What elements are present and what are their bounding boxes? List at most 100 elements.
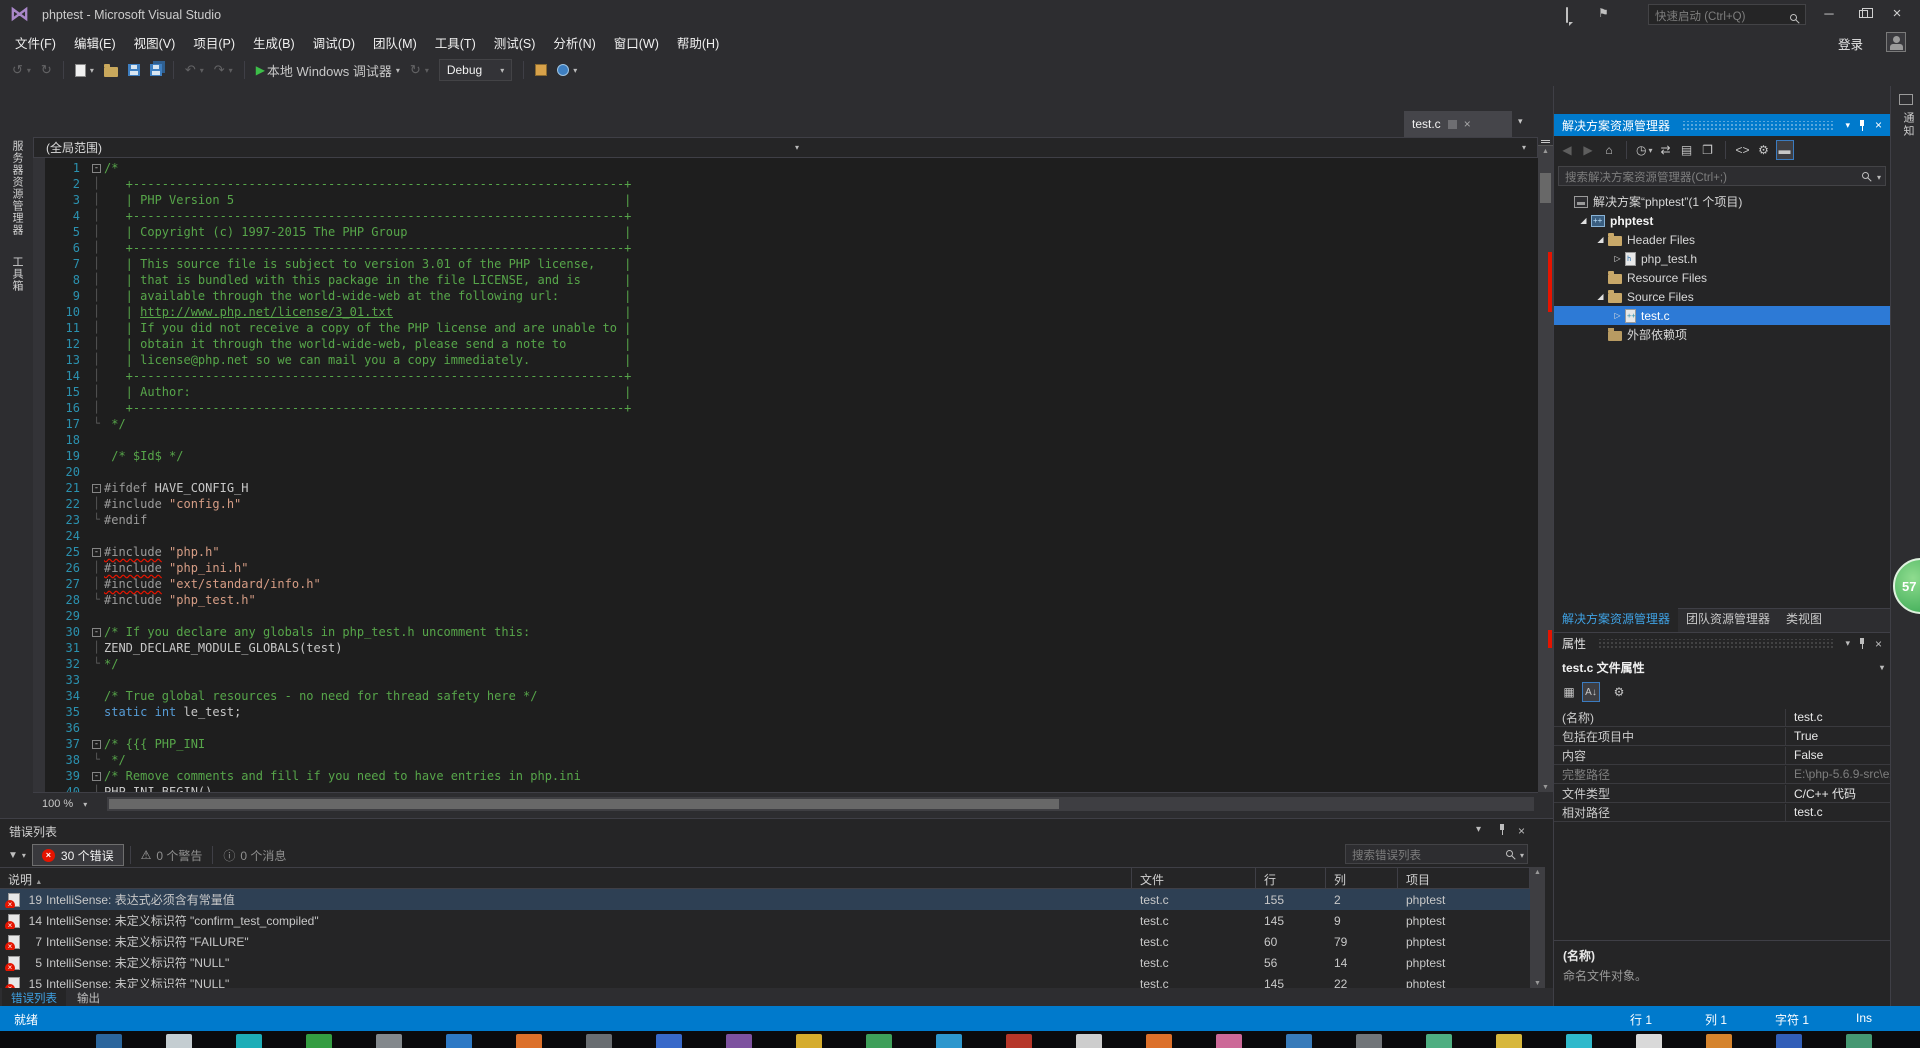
panel-tab[interactable]: 输出 bbox=[68, 988, 109, 1006]
error-row[interactable]: 5IntelliSense: 未定义标识符 "NULL"test.c5614ph… bbox=[0, 952, 1530, 973]
save-icon[interactable] bbox=[124, 58, 144, 82]
tree-expander-icon[interactable]: ◢ bbox=[1594, 292, 1607, 301]
tree-item[interactable]: ◢Source Files bbox=[1554, 287, 1890, 306]
sign-in-link[interactable]: 登录 bbox=[1838, 34, 1863, 53]
taskbar-icon[interactable] bbox=[1006, 1034, 1032, 1048]
editor-horizontal-scrollbar[interactable] bbox=[107, 797, 1534, 811]
zoom-dropdown[interactable]: 100 %▾ bbox=[37, 796, 99, 812]
window-position-dropdown-icon[interactable]: ▾ bbox=[1845, 120, 1850, 131]
solution-explorer-title-bar[interactable]: 解决方案资源管理器 ▾ × bbox=[1554, 114, 1890, 136]
taskbar-icon[interactable] bbox=[1426, 1034, 1452, 1048]
scroll-up-icon[interactable]: ▲ bbox=[1530, 869, 1545, 876]
home-icon[interactable]: ⌂ bbox=[1600, 140, 1618, 160]
menu-item[interactable]: 帮助(H) bbox=[668, 29, 728, 56]
notifications-icon[interactable] bbox=[1899, 94, 1913, 105]
property-row[interactable]: 文件类型C/C++ 代码 bbox=[1554, 784, 1891, 803]
pending-changes-icon[interactable]: ◷▾ bbox=[1635, 140, 1654, 160]
pin-icon[interactable] bbox=[1858, 638, 1867, 649]
find-in-files-icon[interactable]: ▾ bbox=[553, 58, 581, 82]
navigate-forward-icon[interactable]: ↻ bbox=[37, 58, 56, 82]
taskbar-icon[interactable] bbox=[1706, 1034, 1732, 1048]
notifications-tab[interactable]: 通知 bbox=[1900, 112, 1916, 138]
taskbar-icon[interactable] bbox=[236, 1034, 262, 1048]
undo-icon[interactable]: ↶▾ bbox=[181, 58, 208, 82]
properties-page-icon[interactable]: ❐ bbox=[1699, 140, 1717, 160]
property-value[interactable]: False bbox=[1786, 748, 1891, 762]
taskbar-icon[interactable] bbox=[1356, 1034, 1382, 1048]
scope-dropdown[interactable]: (全局范围) bbox=[46, 139, 102, 156]
code-editor[interactable]: 1-/*2│ +--------------------------------… bbox=[33, 158, 1538, 792]
messages-filter-button[interactable]: ⓘ 0 个消息 bbox=[212, 846, 296, 864]
menu-item[interactable]: 文件(F) bbox=[6, 29, 65, 56]
property-row[interactable]: 完整路径E:\php-5.6.9-src\ext\test\test.c bbox=[1554, 765, 1891, 784]
collapse-all-icon[interactable]: ▤ bbox=[1678, 140, 1696, 160]
taskbar-icon[interactable] bbox=[796, 1034, 822, 1048]
window-position-dropdown-icon[interactable]: ▾ bbox=[1845, 638, 1850, 649]
taskbar-icon[interactable] bbox=[96, 1034, 122, 1048]
taskbar-icon[interactable] bbox=[586, 1034, 612, 1048]
breakpoint-margin[interactable] bbox=[33, 158, 45, 792]
solution-config-dropdown[interactable]: Debug▾ bbox=[439, 59, 512, 81]
error-row[interactable]: 7IntelliSense: 未定义标识符 "FAILURE"test.c607… bbox=[0, 931, 1530, 952]
show-all-files-icon[interactable]: ▬ bbox=[1776, 140, 1794, 160]
search-dropdown-icon[interactable]: ▾ bbox=[1520, 851, 1524, 860]
tree-item[interactable]: 外部依赖项 bbox=[1554, 325, 1890, 344]
notifications-flag-icon[interactable]: ⚑ bbox=[1598, 6, 1609, 20]
property-row[interactable]: 包括在项目中True bbox=[1554, 727, 1891, 746]
forward-icon[interactable]: ▶ bbox=[1579, 140, 1597, 160]
scrollbar-thumb[interactable] bbox=[1540, 173, 1551, 203]
tree-item[interactable]: ◢Header Files bbox=[1554, 230, 1890, 249]
solution-explorer-tab[interactable]: 团队资源管理器 bbox=[1678, 606, 1778, 632]
taskbar-icon[interactable] bbox=[306, 1034, 332, 1048]
view-code-icon[interactable]: <> bbox=[1734, 140, 1752, 160]
warnings-filter-button[interactable]: ⚠ 0 个警告 bbox=[130, 846, 213, 864]
pin-icon[interactable] bbox=[1498, 824, 1507, 835]
scope-dropdown-icon[interactable]: ▾ bbox=[795, 143, 799, 152]
taskbar-icon[interactable] bbox=[376, 1034, 402, 1048]
fold-marker[interactable]: - bbox=[89, 480, 104, 496]
taskbar-icon[interactable] bbox=[1846, 1034, 1872, 1048]
close-button[interactable]: × bbox=[1880, 0, 1914, 27]
filter-dropdown-icon[interactable]: ▾ bbox=[22, 851, 26, 860]
menu-item[interactable]: 视图(V) bbox=[125, 29, 185, 56]
scroll-down-icon[interactable]: ▼ bbox=[1530, 980, 1545, 987]
taskbar-icon[interactable] bbox=[166, 1034, 192, 1048]
window-position-dropdown-icon[interactable]: ▾ bbox=[1476, 824, 1481, 835]
splitter-handle[interactable] bbox=[1538, 137, 1553, 146]
scroll-up-icon[interactable]: ▲ bbox=[1538, 148, 1553, 155]
left-tool-tab[interactable]: 服务器资源管理器 bbox=[9, 140, 25, 236]
tree-expander-icon[interactable]: ◢ bbox=[1594, 235, 1607, 244]
property-row[interactable]: 相对路径test.c bbox=[1554, 803, 1891, 822]
member-dropdown-icon[interactable]: ▾ bbox=[1522, 143, 1526, 152]
new-file-icon[interactable]: ▾ bbox=[71, 58, 98, 82]
restore-button[interactable] bbox=[1846, 0, 1880, 27]
tab-list-dropdown-icon[interactable]: ▾ bbox=[1518, 116, 1523, 127]
taskbar-icon[interactable] bbox=[866, 1034, 892, 1048]
panel-tab[interactable]: 错误列表 bbox=[2, 988, 66, 1006]
filter-icon[interactable]: ▼ bbox=[8, 850, 18, 861]
tree-expander-icon[interactable]: ▷ bbox=[1611, 311, 1624, 320]
column-header-description[interactable]: 说明 ▲ bbox=[0, 868, 1132, 891]
close-panel-icon[interactable]: × bbox=[1518, 824, 1525, 838]
save-all-icon[interactable] bbox=[146, 58, 166, 82]
error-row[interactable]: 15IntelliSense: 未定义标识符 "NULL"test.c14522… bbox=[0, 973, 1530, 988]
taskbar-icon[interactable] bbox=[1216, 1034, 1242, 1048]
scrollbar-thumb[interactable] bbox=[109, 799, 1059, 809]
menu-item[interactable]: 团队(M) bbox=[364, 29, 426, 56]
properties-title-bar[interactable]: 属性 ▾ × bbox=[1554, 632, 1890, 654]
menu-item[interactable]: 项目(P) bbox=[184, 29, 244, 56]
close-panel-icon[interactable]: × bbox=[1875, 118, 1882, 132]
attach-icon[interactable] bbox=[531, 58, 551, 82]
menu-item[interactable]: 窗口(W) bbox=[605, 29, 668, 56]
error-list-search-input[interactable]: 搜索错误列表 ▾ bbox=[1345, 844, 1528, 864]
redo-icon[interactable]: ↷▾ bbox=[210, 58, 237, 82]
menu-item[interactable]: 测试(S) bbox=[485, 29, 545, 56]
sync-with-active-document-icon[interactable]: ⇄ bbox=[1657, 140, 1675, 160]
categorized-icon[interactable]: ▦ bbox=[1560, 682, 1578, 702]
fold-marker[interactable]: - bbox=[89, 624, 104, 640]
column-header-project[interactable]: 项目 bbox=[1398, 868, 1530, 891]
solution-explorer-search-input[interactable]: 搜索解决方案资源管理器(Ctrl+;) ▾ bbox=[1558, 166, 1886, 186]
menu-item[interactable]: 分析(N) bbox=[544, 29, 604, 56]
open-file-icon[interactable] bbox=[100, 58, 122, 82]
tree-item[interactable]: ▷php_test.h bbox=[1554, 249, 1890, 268]
